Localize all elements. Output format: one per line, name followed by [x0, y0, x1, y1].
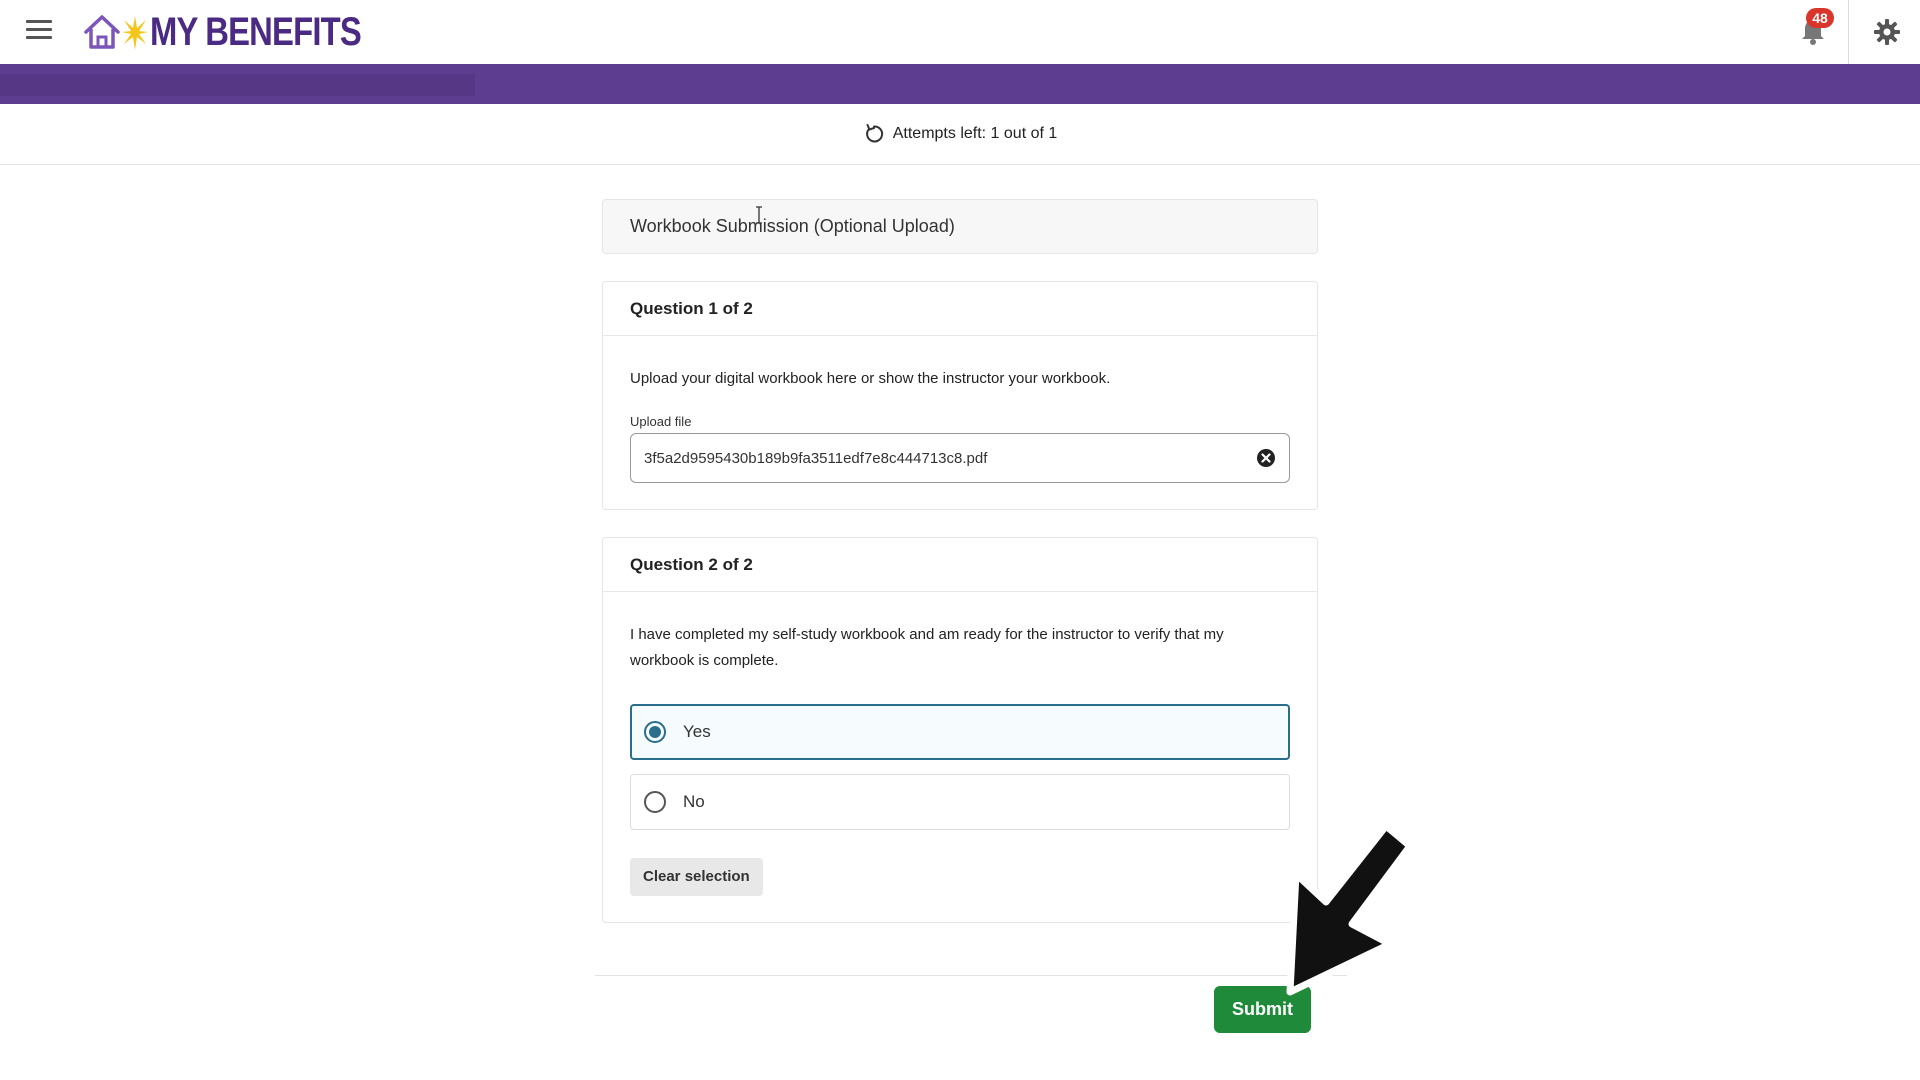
brand-name: MY BENEFITS [150, 9, 362, 54]
sun-burst-icon [122, 16, 148, 50]
option-yes[interactable]: Yes [630, 704, 1290, 760]
question-card-1: Question 1 of 2 Upload your digital work… [602, 281, 1318, 510]
quiz-content: Workbook Submission (Optional Upload) Qu… [602, 199, 1318, 923]
text-cursor-icon [756, 206, 762, 224]
header-divider [1848, 0, 1849, 64]
course-banner [0, 64, 1920, 104]
gear-icon[interactable] [1873, 18, 1901, 46]
banner-progress-strip [0, 74, 475, 96]
answer-options: Yes No [630, 704, 1290, 830]
option-label: No [683, 792, 705, 811]
close-circle-icon[interactable] [1256, 448, 1276, 468]
notification-badge: 48 [1806, 8, 1834, 28]
footer-divider [595, 975, 1347, 976]
retry-icon [865, 124, 883, 143]
brand-logo[interactable]: MY BENEFITS [82, 8, 407, 56]
radio-button-checked[interactable] [644, 721, 666, 743]
attempts-bar: Attempts left: 1 out of 1 [0, 104, 1920, 165]
section-title: Workbook Submission (Optional Upload) [602, 199, 1318, 254]
home-icon [84, 15, 120, 49]
question-prompt: Upload your digital workbook here or sho… [630, 370, 1111, 387]
uploaded-file-name: 3f5a2d9595430b189b9fa3511edf7e8c444713c8… [644, 449, 988, 467]
top-header: MY BENEFITS 48 [0, 0, 1920, 64]
hamburger-menu-icon[interactable] [26, 20, 52, 42]
upload-file-field[interactable]: 3f5a2d9595430b189b9fa3511edf7e8c444713c8… [630, 433, 1290, 483]
question-heading: Question 2 of 2 [603, 538, 1317, 592]
radio-button-unchecked[interactable] [644, 791, 666, 813]
pointer-arrow-icon [1286, 822, 1414, 996]
question-card-2: Question 2 of 2 I have completed my self… [602, 537, 1318, 923]
question-heading: Question 1 of 2 [603, 282, 1317, 336]
question-prompt: I have completed my self-study workbook … [630, 626, 1224, 669]
option-no[interactable]: No [630, 774, 1290, 830]
clear-selection-button[interactable]: Clear selection [630, 858, 763, 896]
option-label: Yes [683, 722, 711, 741]
upload-file-label: Upload file [630, 414, 692, 429]
attempts-text: Attempts left: 1 out of 1 [892, 125, 1058, 142]
